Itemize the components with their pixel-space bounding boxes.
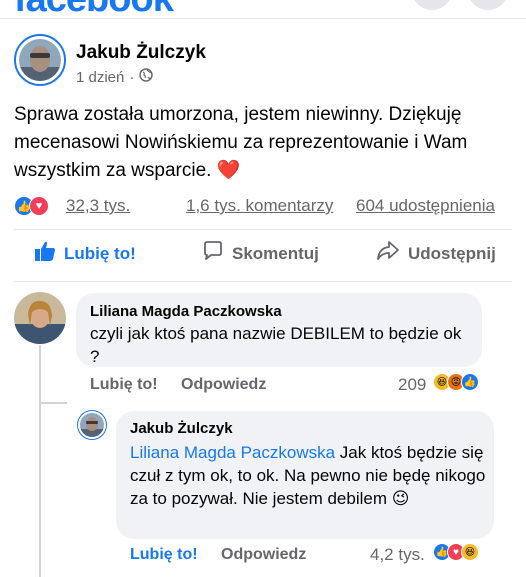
comment-author[interactable]: Liliana Magda Paczkowska [90, 303, 282, 320]
mention-link[interactable]: Liliana Magda Paczkowska [130, 443, 335, 462]
comment-reaction-count[interactable]: 209 [398, 375, 426, 395]
reaction-count[interactable]: 32,3 tys. [66, 196, 130, 216]
facebook-logo[interactable]: facebook [14, 0, 174, 18]
reply-text: Liliana Magda Paczkowska Jak ktoś będzie… [130, 441, 486, 510]
comment-bubble: Liliana Magda Paczkowska czyli jak ktoś … [76, 293, 482, 367]
thread-connector [39, 402, 67, 404]
love-reaction-icon: ♥ [29, 196, 49, 216]
comment-bubble-icon [202, 240, 224, 267]
reaction-icons[interactable]: 👍 ♥ [14, 196, 49, 216]
haha-reaction-icon: 😆 [461, 543, 479, 561]
wink-emoji: 😉 [391, 489, 410, 508]
thumbs-up-icon [34, 240, 56, 267]
reply-like-button[interactable]: Lubię to! [130, 546, 198, 564]
comment-reply-button[interactable]: Odpowiedz [181, 376, 266, 394]
post-meta: 1 dzień · [76, 68, 154, 86]
share-count[interactable]: 604 udostępnienia [356, 196, 495, 216]
share-label: Udostępnij [408, 243, 496, 263]
author-avatar[interactable] [14, 34, 66, 86]
commenter-avatar[interactable] [14, 292, 66, 344]
comment-like-button[interactable]: Lubię to! [90, 376, 158, 394]
globe-icon [139, 68, 154, 86]
post-text: Sprawa została umorzona, jestem niewinny… [14, 101, 514, 185]
meta-separator: · [129, 68, 135, 86]
divider [14, 281, 512, 282]
comment-text: czyli jak ktoś pana nazwie DEBILEM to bę… [90, 324, 462, 366]
comment-count[interactable]: 1,6 tys. komentarzy [186, 196, 333, 216]
reply-reaction-icons[interactable]: 👍 ♥ 😆 [433, 543, 479, 561]
post-body: Sprawa została umorzona, jestem niewinny… [14, 104, 468, 181]
like-button[interactable]: Lubię to! [34, 240, 136, 267]
heart-emoji: ❤️ [216, 160, 241, 181]
like-label: Lubię to! [64, 243, 136, 263]
share-arrow-icon [376, 240, 400, 267]
messenger-button[interactable] [468, 0, 508, 10]
thread-line [39, 345, 41, 577]
reply-author-avatar[interactable] [77, 410, 107, 440]
search-button[interactable] [412, 0, 452, 10]
share-button[interactable]: Udostępnij [376, 240, 496, 267]
reply-reaction-count[interactable]: 4,2 tys. [370, 545, 425, 565]
comment-label: Skomentuj [232, 243, 319, 263]
top-bar: facebook [0, 0, 526, 19]
post-author-name[interactable]: Jakub Żulczyk [76, 42, 206, 64]
post-time[interactable]: 1 dzień [76, 69, 124, 86]
comment-reaction-icons[interactable]: 😆 😡 👍 [433, 373, 479, 391]
reply-bubble: Jakub Żulczyk Liliana Magda Paczkowska J… [116, 411, 494, 539]
divider [14, 229, 512, 230]
reply-reply-button[interactable]: Odpowiedz [221, 546, 306, 564]
like-reaction-icon: 👍 [461, 373, 479, 391]
reply-author[interactable]: Jakub Żulczyk [130, 420, 233, 437]
comment-button[interactable]: Skomentuj [202, 240, 319, 267]
